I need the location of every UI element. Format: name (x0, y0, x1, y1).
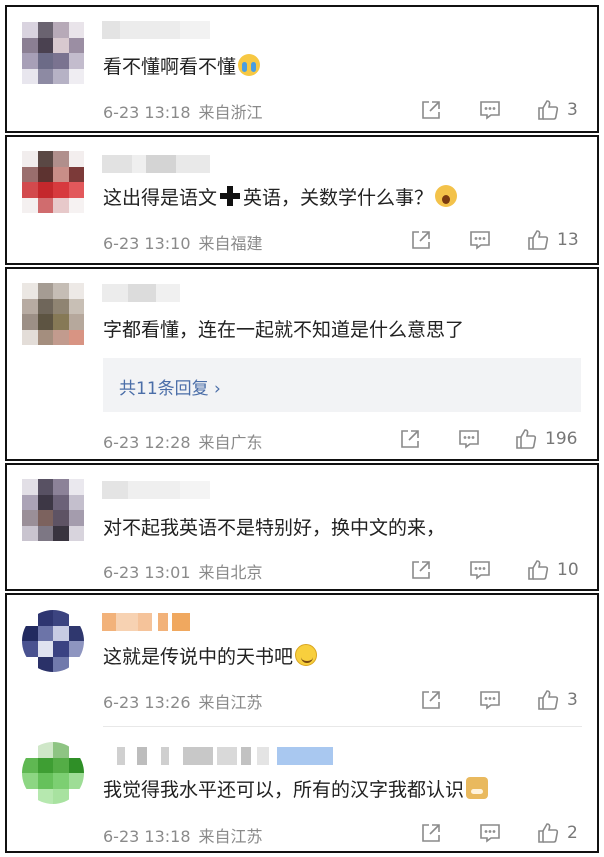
comment-icon (470, 231, 490, 250)
like-button[interactable]: 196 (515, 427, 577, 451)
comment-date: 6-23 13:01 (103, 563, 191, 582)
share-icon (422, 824, 440, 842)
screaming-face-icon (435, 185, 458, 207)
divider (103, 726, 582, 727)
like-button[interactable]: 3 (537, 98, 578, 122)
like-button[interactable]: 3 (537, 688, 578, 712)
share-button[interactable] (420, 688, 442, 712)
thumbs-up-icon (516, 429, 537, 449)
share-icon (412, 561, 430, 579)
share-button[interactable] (420, 98, 442, 122)
comment-button[interactable] (479, 821, 501, 845)
like-count: 13 (557, 230, 579, 250)
comment-location: 来自广东 (198, 433, 263, 452)
share-icon (422, 691, 440, 709)
comment-meta: 6-23 13:18 来自浙江 (103, 99, 263, 123)
thumbs-up-icon (528, 230, 549, 250)
share-button[interactable] (420, 821, 442, 845)
comment-meta: 6-23 12:28 来自广东 (103, 429, 263, 453)
comment-button[interactable] (458, 427, 480, 451)
thumbs-up-icon (538, 100, 559, 120)
comment-meta: 6-23 13:10 来自福建 (103, 230, 263, 254)
comment-text: 看不懂啊看不懂 (103, 54, 261, 80)
thumbs-up-icon (538, 690, 559, 710)
comment-card: 这出得是语文 英语，关数学什么事？ 6-23 13:10 来自福建 13 (5, 135, 599, 265)
comment-text: 字都看懂，连在一起就不知道是什么意思了 (103, 319, 465, 341)
share-button[interactable] (410, 558, 432, 582)
reply-box[interactable]: 共11条回复 › (103, 358, 581, 412)
comment-text: 这出得是语文 英语，关数学什么事？ (103, 185, 458, 211)
comment-location: 来自浙江 (198, 103, 263, 122)
comment-card: 看不懂啊看不懂 6-23 13:18 来自浙江 3 (5, 5, 599, 133)
avatar[interactable] (22, 22, 84, 84)
comment-text: 对不起我英语不是特别好，换中文的来， (103, 517, 446, 539)
comment-location: 来自北京 (198, 563, 263, 582)
comment-group: 这就是传说中的天书吧 6-23 13:26 来自江苏 3 我觉得我水平还可以，所有… (5, 593, 599, 853)
comment-meta: 6-23 13:18 来自江苏 (103, 823, 263, 847)
comment-location: 来自江苏 (198, 693, 263, 712)
comment-text: 这就是传说中的天书吧 (103, 644, 318, 670)
like-count: 10 (557, 560, 579, 580)
doge-icon (466, 777, 489, 799)
avatar[interactable] (22, 283, 84, 345)
username-blurred[interactable] (102, 481, 212, 499)
view-replies-link[interactable]: 共11条回复 › (119, 374, 221, 399)
comment-button[interactable] (469, 228, 491, 252)
username-blurred[interactable] (102, 284, 182, 302)
avatar[interactable] (22, 742, 84, 804)
username-blurred[interactable] (102, 21, 212, 39)
like-count: 3 (567, 100, 578, 120)
comment-date: 6-23 13:10 (103, 234, 191, 253)
comment-date: 6-23 13:18 (103, 103, 191, 122)
like-button[interactable]: 2 (537, 821, 578, 845)
like-button[interactable]: 13 (527, 228, 579, 252)
share-icon (401, 430, 419, 448)
username-blurred[interactable] (102, 613, 194, 631)
avatar[interactable] (22, 610, 84, 672)
thumbs-up-icon (538, 823, 559, 843)
avatar[interactable] (22, 479, 84, 541)
username-blurred[interactable] (102, 155, 212, 173)
comment-icon (480, 691, 500, 710)
share-icon (422, 101, 440, 119)
comment-card: 字都看懂，连在一起就不知道是什么意思了 共11条回复 › 6-23 12:28 来… (5, 267, 599, 461)
plus-icon (219, 185, 241, 207)
comment-date: 6-23 12:28 (103, 433, 191, 452)
comment-date: 6-23 13:18 (103, 827, 191, 846)
comment-location: 来自江苏 (198, 827, 263, 846)
comment-button[interactable] (469, 558, 491, 582)
comment-icon (480, 824, 500, 843)
avatar[interactable] (22, 151, 84, 213)
like-count: 2 (567, 823, 578, 843)
share-button[interactable] (410, 228, 432, 252)
chevron-right-icon: › (214, 379, 221, 399)
like-button[interactable]: 10 (527, 558, 579, 582)
comment-button[interactable] (479, 98, 501, 122)
like-count: 196 (545, 429, 578, 449)
share-icon (412, 231, 430, 249)
comment-date: 6-23 13:26 (103, 693, 191, 712)
smiling-face-icon (295, 644, 318, 666)
comment-button[interactable] (479, 688, 501, 712)
comment-location: 来自福建 (198, 234, 263, 253)
username-blurred[interactable] (117, 747, 347, 765)
share-button[interactable] (399, 427, 421, 451)
comment-card: 对不起我英语不是特别好，换中文的来， 6-23 13:01 来自北京 10 (5, 463, 599, 591)
like-count: 3 (567, 690, 578, 710)
comment-icon (459, 430, 479, 449)
comment-icon (480, 101, 500, 120)
thumbs-up-icon (528, 560, 549, 580)
comment-icon (470, 561, 490, 580)
crying-face-icon (238, 54, 261, 76)
comment-meta: 6-23 13:26 来自江苏 (103, 689, 263, 713)
comment-text: 我觉得我水平还可以，所有的汉字我都认识 (103, 777, 489, 803)
comment-meta: 6-23 13:01 来自北京 (103, 559, 263, 583)
